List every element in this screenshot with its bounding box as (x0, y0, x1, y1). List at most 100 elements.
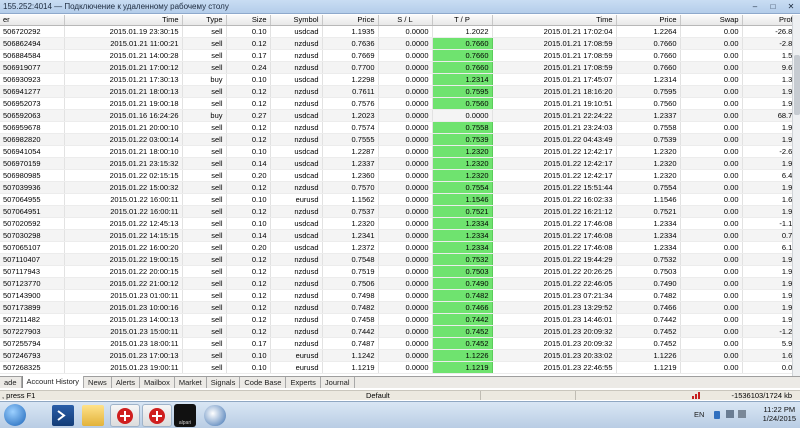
taskbar-app-alpari[interactable]: alpari (174, 404, 196, 427)
cell-symbol: usdcad (270, 217, 323, 230)
cell-type: sell (182, 313, 227, 326)
cell-size: 0.12 (226, 253, 271, 266)
tab-signals[interactable]: Signals (207, 377, 241, 388)
table-row[interactable]: 506884584 2015.01.21 14:00:28 sell 0.17 nzdu… (0, 49, 800, 62)
table-row[interactable]: 507064955 2015.01.22 16:00:11 sell 0.10 euru… (0, 193, 800, 206)
minimize-button[interactable]: – (746, 0, 764, 13)
vertical-scrollbar[interactable] (792, 15, 800, 376)
cell-size: 0.10 (226, 217, 271, 230)
cell-order: 506982820 (0, 133, 65, 146)
cell-symbol: nzdusd (270, 277, 323, 290)
cell-close-price: 0.7490 (616, 277, 681, 290)
flag-icon[interactable] (714, 411, 720, 419)
table-row[interactable]: 506941277 2015.01.21 18:00:13 sell 0.12 nzdu… (0, 85, 800, 98)
table-row[interactable]: 506959678 2015.01.21 20:00:10 sell 0.12 nzdu… (0, 121, 800, 134)
cell-open-price: 0.7482 (322, 301, 379, 314)
taskbar-app-terminal-1[interactable] (110, 404, 140, 427)
cell-type: sell (182, 277, 227, 290)
cell-open-price: 0.7442 (322, 325, 379, 338)
powershell-icon[interactable] (52, 405, 74, 426)
cell-sl: 0.0000 (378, 97, 433, 110)
col-header-order[interactable]: er (0, 15, 65, 26)
taskbar-clock[interactable]: 11:22 PM 1/24/2015 (763, 405, 796, 423)
col-header-open-price[interactable]: Price (322, 15, 379, 26)
start-orb-icon[interactable] (4, 404, 26, 426)
table-row[interactable]: 506982820 2015.01.22 03:00:14 sell 0.12 nzdu… (0, 133, 800, 146)
cell-swap: 0.00 (680, 49, 743, 62)
cell-swap: 0.00 (680, 25, 743, 38)
cell-sl: 0.0000 (378, 121, 433, 134)
language-indicator[interactable]: EN (694, 410, 704, 419)
table-row[interactable]: 506941054 2015.01.21 18:00:10 sell 0.10 usdc… (0, 145, 800, 158)
tab-ade[interactable]: ade (0, 377, 22, 388)
col-header-close-time[interactable]: Time (492, 15, 617, 26)
cell-tp: 0.7452 (432, 337, 493, 350)
tab-market[interactable]: Market (175, 377, 207, 388)
tab-alerts[interactable]: Alerts (112, 377, 140, 388)
cell-order: 507030298 (0, 229, 65, 242)
tab-experts[interactable]: Experts (286, 377, 321, 388)
cell-open-price: 0.7700 (322, 61, 379, 74)
cell-tp: 0.7660 (432, 61, 493, 74)
table-row[interactable]: 507246793 2015.01.23 17:00:13 sell 0.10 euru… (0, 349, 800, 362)
table-row[interactable]: 507065107 2015.01.22 16:00:20 sell 0.20 usdc… (0, 241, 800, 254)
table-row[interactable]: 506930923 2015.01.21 17:30:13 buy 0.10 usdca… (0, 73, 800, 86)
col-header-open-time[interactable]: Time (64, 15, 183, 26)
cell-tp: 1.2320 (432, 169, 493, 182)
cell-size: 0.17 (226, 49, 271, 62)
tab-news[interactable]: News (84, 377, 112, 388)
table-row[interactable]: 506952073 2015.01.21 19:00:18 sell 0.12 nzdu… (0, 97, 800, 110)
tab-account-history[interactable]: Account History (21, 376, 85, 388)
network-icon[interactable] (726, 410, 734, 418)
close-button[interactable]: ✕ (782, 0, 800, 13)
table-row[interactable]: 507143900 2015.01.23 01:00:11 sell 0.12 nzdu… (0, 289, 800, 302)
table-row[interactable]: 506919077 2015.01.21 17:00:12 sell 0.24 nzdu… (0, 61, 800, 74)
col-header-sl[interactable]: S / L (378, 15, 433, 26)
table-row[interactable]: 507020592 2015.01.22 12:45:13 sell 0.10 usdc… (0, 217, 800, 230)
cell-symbol: usdcad (270, 73, 323, 86)
table-row[interactable]: 507110407 2015.01.22 19:00:15 sell 0.12 nzdu… (0, 253, 800, 266)
cell-size: 0.12 (226, 289, 271, 302)
tab-journal[interactable]: Journal (321, 377, 355, 388)
table-row[interactable]: 506970159 2015.01.21 23:15:32 sell 0.14 usdc… (0, 157, 800, 170)
table-row[interactable]: 507117943 2015.01.22 20:00:15 sell 0.12 nzdu… (0, 265, 800, 278)
col-header-swap[interactable]: Swap (680, 15, 743, 26)
cell-close-price: 0.7452 (616, 325, 681, 338)
taskbar-app-terminal-2[interactable] (142, 404, 172, 427)
table-row[interactable]: 506980985 2015.01.22 02:15:15 sell 0.20 usdc… (0, 169, 800, 182)
cell-tp: 0.7595 (432, 85, 493, 98)
table-row[interactable]: 507255794 2015.01.23 18:00:11 sell 0.17 nzdu… (0, 337, 800, 350)
table-row[interactable]: 506720292 2015.01.19 23:30:15 sell 0.10 usdc… (0, 25, 800, 38)
cell-open-time: 2015.01.22 02:15:15 (64, 169, 183, 182)
table-row[interactable]: 506862494 2015.01.21 11:00:21 sell 0.12 nzdu… (0, 37, 800, 50)
volume-icon[interactable] (738, 410, 746, 418)
cell-sl: 0.0000 (378, 325, 433, 338)
globe-app-icon[interactable] (204, 405, 226, 426)
tab-code-base[interactable]: Code Base (240, 377, 287, 388)
table-row[interactable]: 507123770 2015.01.22 21:00:12 sell 0.12 nzdu… (0, 277, 800, 290)
table-row[interactable]: 507211482 2015.01.23 14:00:13 sell 0.12 nzdu… (0, 313, 800, 326)
col-header-type[interactable]: Type (182, 15, 227, 26)
table-row[interactable]: 507064951 2015.01.22 16:00:11 sell 0.12 nzdu… (0, 205, 800, 218)
maximize-button[interactable]: □ (764, 0, 782, 13)
cell-order: 507227903 (0, 325, 65, 338)
cell-swap: 0.00 (680, 205, 743, 218)
cell-type: sell (182, 301, 227, 314)
table-row[interactable]: 507030298 2015.01.22 14:15:15 sell 0.14 usdc… (0, 229, 800, 242)
col-header-size[interactable]: Size (226, 15, 271, 26)
table-row[interactable]: 506592063 2015.01.16 16:24:26 buy 0.27 usdca… (0, 109, 800, 122)
cell-type: buy (182, 73, 227, 86)
table-row[interactable]: 507268325 2015.01.23 19:00:11 sell 0.10 euru… (0, 361, 800, 374)
col-header-symbol[interactable]: Symbol (270, 15, 323, 26)
folder-icon[interactable] (82, 405, 104, 426)
col-header-close-price[interactable]: Price (616, 15, 681, 26)
col-header-tp[interactable]: T / P (432, 15, 493, 26)
tab-mailbox[interactable]: Mailbox (140, 377, 175, 388)
cell-close-time: 2015.01.21 17:02:04 (492, 25, 617, 38)
cell-tp: 0.7539 (432, 133, 493, 146)
scrollbar-thumb[interactable] (794, 55, 800, 115)
cell-symbol: usdcad (270, 169, 323, 182)
table-row[interactable]: 507173899 2015.01.23 10:00:16 sell 0.12 nzdu… (0, 301, 800, 314)
table-row[interactable]: 507039936 2015.01.22 15:00:32 sell 0.12 nzdu… (0, 181, 800, 194)
table-row[interactable]: 507227903 2015.01.23 15:00:11 sell 0.12 nzdu… (0, 325, 800, 338)
